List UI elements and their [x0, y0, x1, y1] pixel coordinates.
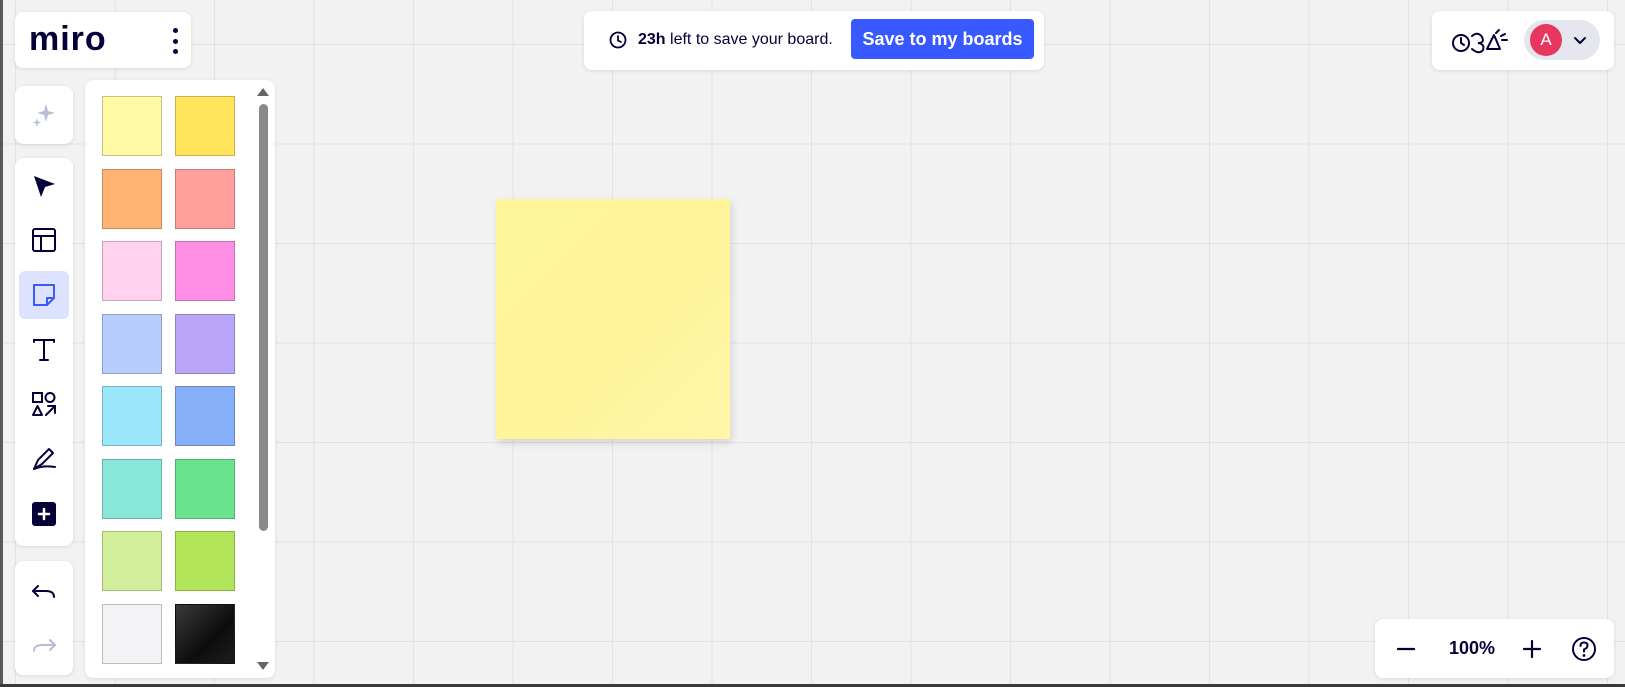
help-circle-icon	[1572, 637, 1596, 661]
color-swatch[interactable]	[102, 168, 162, 229]
color-swatch[interactable]	[175, 241, 235, 301]
ai-sparkle-icon	[32, 104, 55, 127]
cursor-arrow-icon	[34, 176, 55, 197]
help-button[interactable]	[1567, 632, 1601, 666]
plus-icon	[1522, 639, 1542, 659]
time-left: 23h	[638, 31, 666, 48]
color-swatch[interactable]	[175, 96, 235, 156]
miro-logo[interactable]: miro	[29, 20, 107, 59]
logo-panel: miro	[15, 12, 191, 68]
user-panel: A	[1432, 11, 1614, 70]
scroll-thumb[interactable]	[259, 104, 268, 531]
avatar[interactable]: A	[1530, 24, 1562, 56]
color-swatch[interactable]	[175, 168, 235, 229]
tool-pen[interactable]	[19, 435, 69, 483]
tool-more[interactable]	[19, 490, 69, 538]
color-swatch[interactable]	[102, 603, 162, 664]
redo-button[interactable]	[19, 621, 69, 669]
ai-button[interactable]	[19, 91, 69, 139]
color-swatch[interactable]	[102, 531, 162, 591]
redo-icon	[33, 639, 56, 652]
ai-panel	[15, 86, 73, 144]
zoom-in-button[interactable]	[1515, 632, 1549, 666]
pen-icon	[33, 448, 56, 470]
color-swatch[interactable]	[102, 386, 162, 446]
color-swatch[interactable]	[102, 241, 162, 301]
tool-text[interactable]	[19, 326, 69, 374]
save-banner: 23h left to save your board. Save to my …	[584, 11, 1044, 70]
shapes-icon	[32, 392, 56, 416]
zoom-controls: 100%	[1375, 619, 1614, 678]
more-vertical-icon[interactable]	[165, 28, 185, 54]
tool-shapes[interactable]	[19, 380, 69, 428]
color-swatch[interactable]	[175, 531, 235, 591]
color-swatch[interactable]	[175, 458, 235, 519]
color-swatch[interactable]	[175, 603, 235, 664]
sticky-color-palette	[85, 80, 275, 678]
plus-square-icon	[32, 502, 56, 526]
tool-templates[interactable]	[19, 216, 69, 264]
tool-select[interactable]	[19, 162, 69, 210]
main-toolbar	[15, 158, 73, 546]
template-layout-icon	[32, 228, 56, 252]
tool-sticky-note[interactable]	[19, 271, 69, 319]
save-to-my-boards-button[interactable]: Save to my boards	[851, 19, 1034, 59]
sticky-note[interactable]	[496, 199, 730, 439]
chevron-down-icon	[1574, 37, 1586, 44]
clock-icon	[609, 31, 627, 49]
color-swatch[interactable]	[102, 458, 162, 519]
scroll-up-arrow-icon[interactable]	[257, 88, 269, 96]
zoom-level[interactable]: 100%	[1432, 638, 1512, 659]
window-edge-left	[0, 0, 3, 687]
save-message-text: left to save your board.	[670, 31, 833, 48]
scroll-down-arrow-icon[interactable]	[257, 662, 269, 670]
sticky-note-icon	[33, 284, 55, 306]
history-panel	[15, 561, 73, 675]
zoom-out-button[interactable]	[1389, 632, 1423, 666]
save-message: 23h left to save your board.	[638, 31, 833, 49]
minus-icon	[1396, 647, 1416, 651]
color-swatch[interactable]	[175, 386, 235, 446]
text-icon	[33, 339, 55, 361]
color-swatch[interactable]	[102, 313, 162, 374]
undo-icon	[32, 585, 55, 598]
palette-scrollbar[interactable]	[257, 88, 269, 670]
user-menu[interactable]: A	[1524, 20, 1600, 60]
undo-button[interactable]	[19, 567, 69, 615]
collaboration-icon[interactable]	[1452, 27, 1510, 55]
color-swatch[interactable]	[102, 96, 162, 156]
color-swatch[interactable]	[175, 313, 235, 374]
